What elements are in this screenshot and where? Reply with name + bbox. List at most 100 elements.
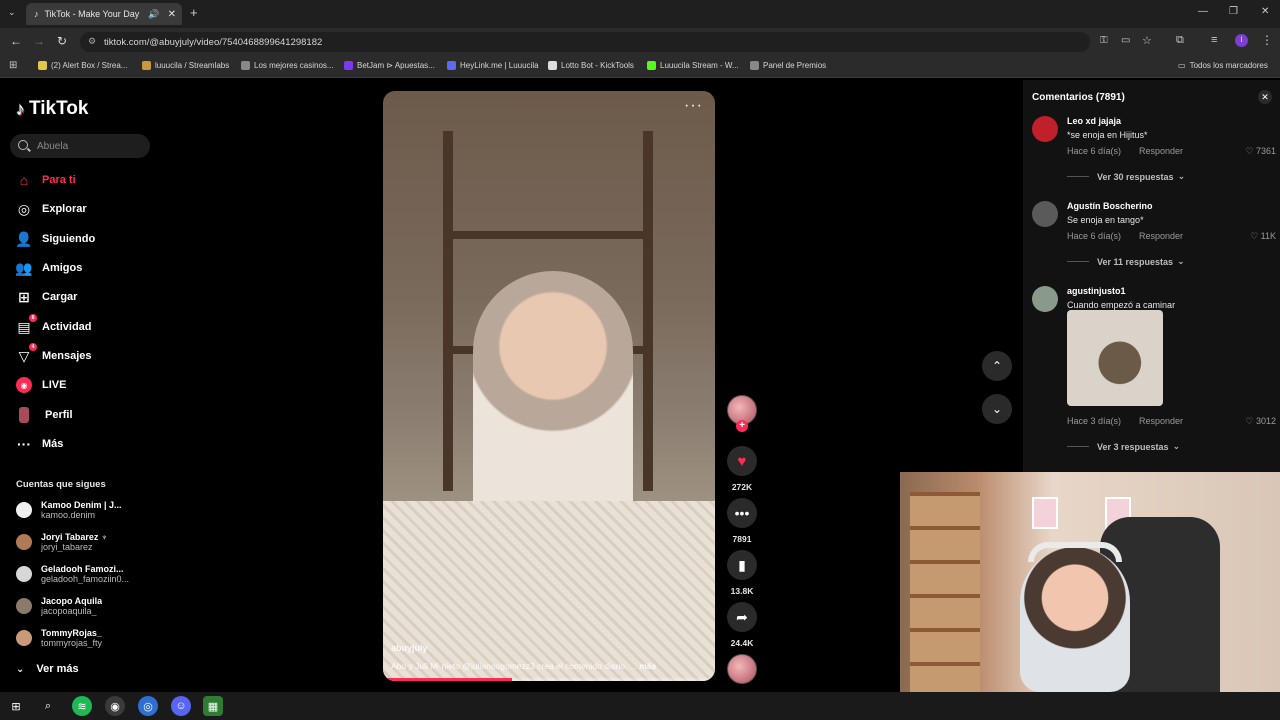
avatar[interactable] [1032, 116, 1058, 142]
obs-icon[interactable]: ◉ [105, 696, 125, 716]
extensions-icon[interactable]: ⧉ [1176, 34, 1184, 47]
reply-button[interactable]: Responder [1139, 231, 1183, 241]
comment-like-button[interactable]: ♡ 7361 [1245, 146, 1276, 157]
video-options-icon[interactable]: ··· [684, 97, 703, 115]
divider [1067, 446, 1089, 447]
apps-grid-icon[interactable]: ⊞ [9, 60, 17, 71]
url-field[interactable]: ⚙ tiktok.com/@abuyjuly/video/75404688996… [80, 32, 1090, 52]
bookmark-favicon-icon [447, 61, 456, 70]
comment-item: Agustín Boscherino Se enoja en tango* Ha… [1032, 201, 1276, 271]
maximize-icon[interactable]: ❐ [1229, 6, 1238, 17]
bookmark-item[interactable]: Los mejores casinos... [241, 61, 334, 70]
comment-user[interactable]: Leo xd jajaja [1067, 116, 1121, 126]
avatar[interactable] [1032, 201, 1058, 227]
video-progress-bar[interactable] [383, 678, 715, 681]
discord-icon[interactable]: ☺ [171, 696, 191, 716]
bookmark-favicon-icon [548, 61, 557, 70]
video-player[interactable]: ··· abuyjuly Abu y Juli Mi nieto @julian… [383, 91, 715, 681]
window-close-icon[interactable]: ✕ [1261, 6, 1269, 17]
comment-user[interactable]: Agustín Boscherino [1067, 201, 1153, 211]
forward-icon[interactable]: → [33, 34, 45, 48]
avatar[interactable] [1032, 286, 1058, 312]
video-frame [443, 131, 453, 491]
nav-live[interactable]: ◉ LIVE [16, 377, 66, 393]
minimize-icon[interactable]: — [1198, 6, 1208, 17]
more-icon: ··· [17, 436, 31, 452]
reload-icon[interactable]: ↻ [57, 34, 67, 48]
comment-item: Leo xd jajaja *se enoja en Hijitus* Hace… [1032, 116, 1276, 186]
site-info-icon[interactable]: ⚙ [88, 36, 96, 47]
minecraft-icon[interactable]: ▦ [203, 696, 223, 716]
folder-icon: ▭ [1178, 61, 1186, 70]
following-account[interactable]: Geladooh Famozi... geladooh_famoziin0... [16, 564, 146, 584]
bookmark-item[interactable]: (2) Alert Box / Strea... [38, 61, 127, 70]
chrome-icon[interactable]: ◎ [138, 696, 158, 716]
following-account[interactable]: Joryi Tabarez ♆ joryi_tabarez [16, 532, 146, 552]
search-icon[interactable]: ⌕ [38, 696, 58, 716]
bookmark-item[interactable]: Panel de Premios [750, 61, 826, 70]
search-input[interactable]: Abuela [10, 134, 150, 158]
spotify-icon[interactable]: ≋ [72, 696, 92, 716]
nav-friends[interactable]: 👥 Amigos [15, 260, 82, 276]
profile-icon [19, 407, 29, 423]
video-frame [643, 131, 653, 491]
video-frame [383, 501, 715, 681]
view-replies-button[interactable]: Ver 30 respuestas ⌄ [1067, 171, 1185, 182]
comment-like-button[interactable]: ♡ 11K [1250, 231, 1276, 242]
nav-profile[interactable]: Perfil [16, 407, 73, 423]
browser-tab[interactable]: ♪ TikTok - Make Your Day 🔊 ✕ [26, 3, 182, 25]
close-icon[interactable]: ✕ [1258, 90, 1272, 104]
reading-list-icon[interactable]: ≡ [1211, 34, 1217, 46]
cast-icon[interactable]: ▭ [1121, 35, 1130, 46]
comment-gif-image[interactable] [1067, 310, 1163, 406]
comment-button[interactable]: ••• [727, 498, 757, 528]
all-bookmarks[interactable]: ▭ Todos los marcadores [1178, 61, 1268, 70]
bookmark-item[interactable]: luuucila / Streamlabs [142, 61, 229, 70]
sound-disc[interactable] [727, 654, 757, 684]
live-icon: ◉ [16, 377, 32, 393]
audio-icon[interactable]: 🔊 [148, 9, 159, 20]
browser-menu-icon[interactable]: ⋮ [1261, 33, 1273, 47]
nav-more[interactable]: ··· Más [16, 436, 63, 452]
view-replies-button[interactable]: Ver 3 respuestas ⌄ [1067, 441, 1180, 452]
see-more-button[interactable]: ⌄ Ver más [16, 663, 79, 675]
video-author[interactable]: abuyjuly [391, 643, 428, 653]
like-button[interactable]: ♥ [727, 446, 757, 476]
password-key-icon[interactable]: ⚿ [1100, 35, 1108, 46]
bookmark-item[interactable]: Luuucila Stream - W... [647, 61, 739, 70]
comments-panel: Comentarios (7891) ✕ Leo xd jajaja *se e… [1023, 80, 1280, 472]
tab-search-icon[interactable]: ⌄ [8, 7, 16, 18]
tab-close-icon[interactable]: ✕ [168, 9, 176, 20]
new-tab-icon[interactable]: + [190, 5, 198, 20]
bookmark-star-icon[interactable]: ☆ [1142, 34, 1152, 47]
comment-time: Hace 6 día(s) [1067, 146, 1122, 156]
comment-user[interactable]: agustinjusto1 [1067, 286, 1126, 296]
reply-button[interactable]: Responder [1139, 146, 1183, 156]
nav-for-you[interactable]: ⌂ Para ti [16, 172, 76, 188]
following-account[interactable]: Jacopo Aquila jacopoaquila_ [16, 596, 146, 616]
share-button[interactable]: ➦ [727, 602, 757, 632]
bookmark-item[interactable]: Lotto Bot - KickTools [548, 61, 634, 70]
following-icon: 👤 [15, 230, 33, 247]
following-account[interactable]: TommyRojas_ tommyrojas_fty [16, 628, 146, 648]
nav-following[interactable]: 👤 Siguiendo [15, 230, 95, 247]
windows-start-icon[interactable]: ⊞ [6, 696, 26, 716]
nav-upload[interactable]: ⊞ Cargar [16, 289, 77, 305]
save-button[interactable]: ▮ [727, 550, 757, 580]
back-icon[interactable]: ← [10, 34, 22, 48]
follow-plus-icon[interactable]: + [736, 420, 748, 432]
video-more-link[interactable]: más [639, 661, 656, 671]
following-account[interactable]: Kamoo Denim | J... kamoo.denim [16, 500, 146, 520]
nav-activity[interactable]: ▤ 8 Actividad [16, 314, 92, 335]
profile-avatar-icon[interactable]: l [1235, 34, 1248, 47]
bookmark-item[interactable]: HeyLink.me | Luuucila [447, 61, 539, 70]
tiktok-logo[interactable]: ♪ TikTok [16, 98, 88, 120]
view-replies-button[interactable]: Ver 11 respuestas ⌄ [1067, 256, 1185, 267]
previous-video-button[interactable]: ⌃ [982, 351, 1012, 381]
reply-button[interactable]: Responder [1139, 416, 1183, 426]
nav-messages[interactable]: ▽ 4 Mensajes [16, 343, 92, 364]
next-video-button[interactable]: ⌄ [982, 394, 1012, 424]
bookmark-item[interactable]: BetJam ⊳ Apuestas... [344, 61, 435, 70]
comment-like-button[interactable]: ♡ 3012 [1245, 416, 1276, 427]
nav-explore[interactable]: ◎ Explorar [16, 201, 87, 217]
